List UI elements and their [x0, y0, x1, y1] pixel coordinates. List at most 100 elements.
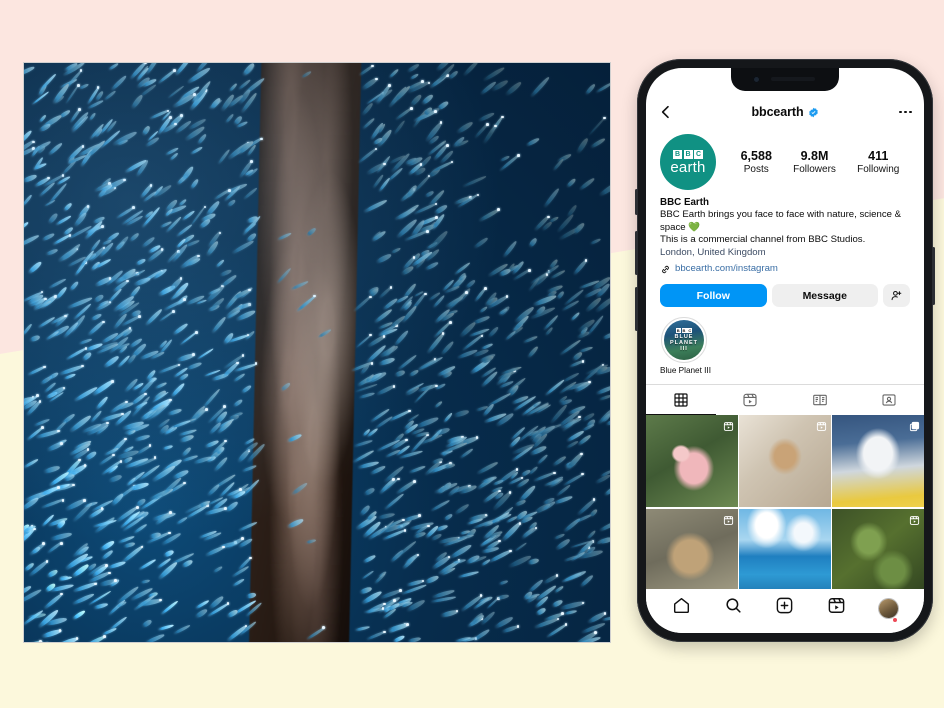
fish: [305, 539, 316, 545]
fish-eye: [581, 472, 584, 476]
fish-eye: [439, 121, 443, 124]
fish-eye: [388, 84, 392, 88]
fish: [454, 408, 470, 418]
post-cell[interactable]: [832, 508, 924, 601]
fish: [225, 500, 240, 513]
fish: [301, 70, 313, 79]
fish: [140, 578, 151, 585]
fish: [499, 305, 512, 317]
post-cell[interactable]: [646, 415, 738, 508]
fish-eye: [36, 394, 39, 398]
fish: [94, 602, 109, 610]
avatar-earth-word: earth: [670, 158, 706, 176]
fish: [415, 416, 439, 429]
fish: [442, 412, 454, 424]
fish: [145, 633, 165, 642]
profile-bio: BBC Earth BBC Earth brings you face to f…: [646, 190, 924, 275]
nav-create[interactable]: [775, 596, 794, 620]
tab-tagged[interactable]: [855, 385, 925, 415]
stat-posts[interactable]: 6,588 Posts: [741, 149, 772, 175]
add-person-icon[interactable]: [883, 284, 910, 308]
fish: [33, 417, 50, 427]
fish: [228, 82, 238, 92]
fish-eye: [322, 626, 325, 630]
fish-eye: [43, 297, 47, 301]
nav-home[interactable]: [672, 596, 691, 620]
post-cell[interactable]: [832, 415, 924, 508]
fish: [173, 623, 191, 635]
fish: [26, 260, 43, 275]
post-cell[interactable]: [646, 508, 738, 601]
fish: [595, 384, 610, 396]
fish: [286, 432, 302, 443]
fish-eye: [603, 611, 607, 615]
nav-search[interactable]: [724, 596, 743, 620]
fish: [243, 63, 256, 77]
nav-profile[interactable]: [878, 598, 898, 622]
bbc-letter-b1: B: [673, 149, 682, 159]
fish: [363, 554, 377, 564]
stat-followers[interactable]: 9.8M Followers: [793, 149, 836, 175]
fish-eye: [195, 331, 198, 334]
hero-photo-scene: [24, 63, 610, 642]
fish: [24, 458, 39, 469]
fish: [78, 337, 92, 345]
nav-reels[interactable]: [827, 596, 846, 620]
reel-icon: [723, 419, 734, 432]
fish-eye: [370, 64, 374, 68]
more-options-icon[interactable]: [896, 110, 912, 114]
stat-following[interactable]: 411 Following: [857, 149, 899, 175]
fish-eye: [241, 354, 245, 357]
fish: [115, 234, 130, 251]
fish-eye: [416, 553, 420, 557]
post-cell[interactable]: [739, 508, 831, 601]
fish-eye: [426, 230, 429, 233]
tab-guides[interactable]: [785, 385, 855, 415]
home-icon: [672, 596, 691, 620]
highlight-blue-planet-iii[interactable]: BBC BLUE PLANET III Blue Planet III: [660, 317, 711, 375]
fish-eye: [61, 174, 65, 177]
phone-mute-switch[interactable]: [635, 189, 638, 215]
fish-eye: [594, 631, 597, 634]
phone-screen: bbcearth B B C earth 6,588 Posts 9.8M Fo…: [646, 68, 924, 633]
phone-volume-down-button[interactable]: [635, 287, 638, 331]
profile-link-row[interactable]: bbcearth.com/instagram: [660, 263, 910, 275]
fish: [210, 316, 227, 334]
fish: [554, 537, 570, 551]
page-title: bbcearth: [674, 105, 896, 119]
fish-eye: [197, 254, 200, 258]
message-button[interactable]: Message: [771, 284, 878, 308]
fish-eye: [465, 290, 468, 294]
fish: [533, 293, 558, 307]
fish: [129, 231, 141, 243]
fish: [247, 591, 258, 599]
follow-button[interactable]: Follow: [660, 284, 767, 308]
profile-username: bbcearth: [751, 105, 804, 119]
fish: [378, 356, 396, 367]
avatar[interactable]: B B C earth: [660, 134, 716, 190]
fish: [109, 474, 124, 484]
fish-eye: [382, 630, 386, 634]
profile-link-text[interactable]: bbcearth.com/instagram: [675, 263, 778, 275]
fish-eye: [45, 560, 49, 563]
fish: [46, 568, 59, 579]
fish: [598, 519, 610, 532]
fish: [586, 529, 598, 541]
fish-eye: [222, 545, 225, 549]
fish: [167, 408, 183, 417]
post-cell[interactable]: [739, 415, 831, 508]
tab-reels[interactable]: [716, 385, 786, 415]
fish: [393, 634, 406, 642]
fish: [566, 178, 577, 189]
fish: [186, 361, 202, 371]
fish: [371, 229, 388, 243]
fish: [376, 252, 393, 264]
fish-eye: [389, 286, 393, 289]
fish-eye: [517, 154, 520, 157]
fish: [359, 391, 375, 400]
phone-volume-up-button[interactable]: [635, 231, 638, 275]
chevron-left-icon[interactable]: [658, 104, 674, 120]
app-header: bbcearth: [646, 96, 924, 128]
tab-grid[interactable]: [646, 385, 716, 416]
fish-eye: [423, 292, 427, 296]
